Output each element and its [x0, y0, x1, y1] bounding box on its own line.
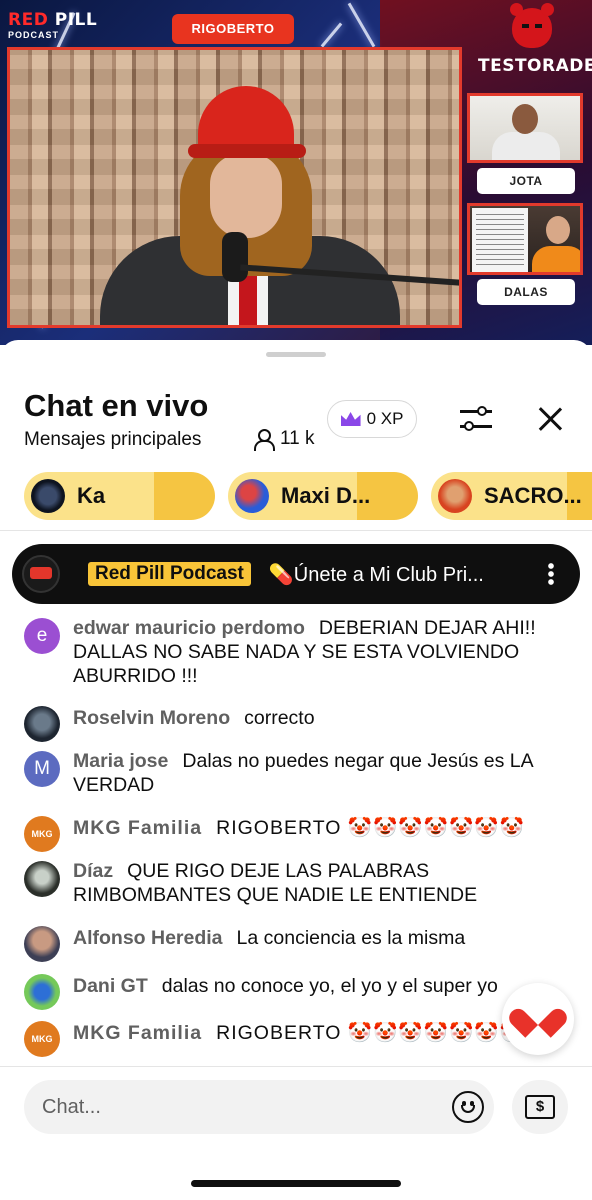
divider	[0, 1066, 592, 1067]
avatar: M	[24, 751, 60, 787]
avatar	[438, 479, 472, 513]
message-author: edwar mauricio perdomo	[73, 617, 305, 639]
donor-chip[interactable]: Maxi D...	[228, 472, 418, 520]
viewer-count-value: 11 k	[280, 428, 315, 449]
guest-label-jota: JOTA	[477, 168, 575, 194]
message-text: La conciencia es la misma	[236, 927, 466, 949]
message-author: MKG Familia	[73, 817, 203, 839]
lightning-decoration	[320, 22, 343, 48]
drag-handle[interactable]	[266, 352, 326, 357]
microphone	[222, 232, 248, 282]
message-text: dalas no conoce yo, el yo y el super yo	[161, 975, 498, 997]
red-pill-podcast-logo: RED PILL PODCAST	[8, 10, 98, 41]
guest-camera-jota	[467, 93, 583, 163]
avatar: MKG	[24, 816, 60, 852]
donor-chip[interactable]: Ka	[24, 472, 215, 520]
avatar: e	[24, 618, 60, 654]
avatar	[235, 479, 269, 513]
guest-camera-dalas	[467, 203, 583, 275]
message-text: QUE RIGO DEJE LAS PALABRAS RIMBOMBANTES …	[73, 860, 478, 906]
live-chat-sheet: Chat en vivo Mensajes principales 11 k 0…	[0, 340, 592, 1200]
chat-input-container	[24, 1080, 494, 1134]
emoji-icon[interactable]	[452, 1091, 484, 1123]
heart-reaction-button[interactable]	[502, 983, 574, 1055]
pinned-author-tag: Red Pill Podcast	[88, 562, 251, 586]
avatar	[31, 479, 65, 513]
avatar	[24, 861, 60, 897]
divider	[0, 530, 592, 531]
avatar: MKG	[24, 1021, 60, 1057]
home-indicator[interactable]	[191, 1180, 401, 1187]
pinned-message-text: 💊Únete a Mi Club Pri...	[268, 563, 484, 586]
avatar	[22, 555, 60, 593]
host-figure	[100, 86, 400, 325]
message-author: Díaz	[73, 860, 114, 882]
dollar-bill-icon: $	[525, 1095, 555, 1119]
message-text: RIGOBERTO 🤡🤡🤡🤡🤡🤡🤡	[216, 817, 525, 839]
xp-value: 0 XP	[366, 409, 404, 428]
main-camera-frame	[7, 47, 462, 328]
lightning-decoration	[347, 2, 376, 48]
message-author: MKG Familia	[73, 1022, 203, 1044]
chat-title: Chat en vivo	[24, 388, 209, 423]
super-chat-button[interactable]: $	[512, 1080, 568, 1134]
chat-input[interactable]	[42, 1080, 442, 1134]
message-text: RIGOBERTO 🤡🤡🤡🤡🤡🤡🤡	[216, 1022, 525, 1044]
message-text: correcto	[244, 707, 315, 729]
avatar	[24, 974, 60, 1010]
donor-chips-bar: Ka Maxi D... SACRO...	[24, 472, 592, 520]
bear-icon	[510, 3, 554, 48]
video-player[interactable]: RED PILL PODCAST RIGOBERTO TESTORADE JOT…	[0, 0, 592, 345]
message-author: Maria jose	[73, 750, 169, 772]
speaker-name-tag: RIGOBERTO	[172, 14, 294, 44]
person-icon	[254, 429, 275, 451]
message-author: Alfonso Heredia	[73, 927, 223, 949]
pinned-message[interactable]: Red Pill Podcast 💊Únete a Mi Club Pri...	[12, 544, 580, 604]
donor-chip[interactable]: SACRO...	[431, 472, 592, 520]
avatar	[24, 926, 60, 962]
testorade-logo: TESTORADE	[478, 3, 592, 88]
message-author: Roselvin Moreno	[73, 707, 231, 729]
chat-mode-selector[interactable]: Mensajes principales	[24, 429, 201, 451]
message-author: Dani GT	[73, 975, 148, 997]
filter-settings-button[interactable]	[458, 402, 498, 436]
guest-label-dalas: DALAS	[477, 279, 575, 305]
more-vert-icon[interactable]	[548, 562, 554, 586]
viewer-count: 11 k	[254, 428, 315, 451]
xp-button[interactable]: 0 XP	[327, 400, 417, 438]
avatar	[24, 706, 60, 742]
document-thumbnail	[472, 208, 528, 272]
close-icon[interactable]	[537, 406, 563, 432]
crown-icon	[340, 412, 361, 426]
